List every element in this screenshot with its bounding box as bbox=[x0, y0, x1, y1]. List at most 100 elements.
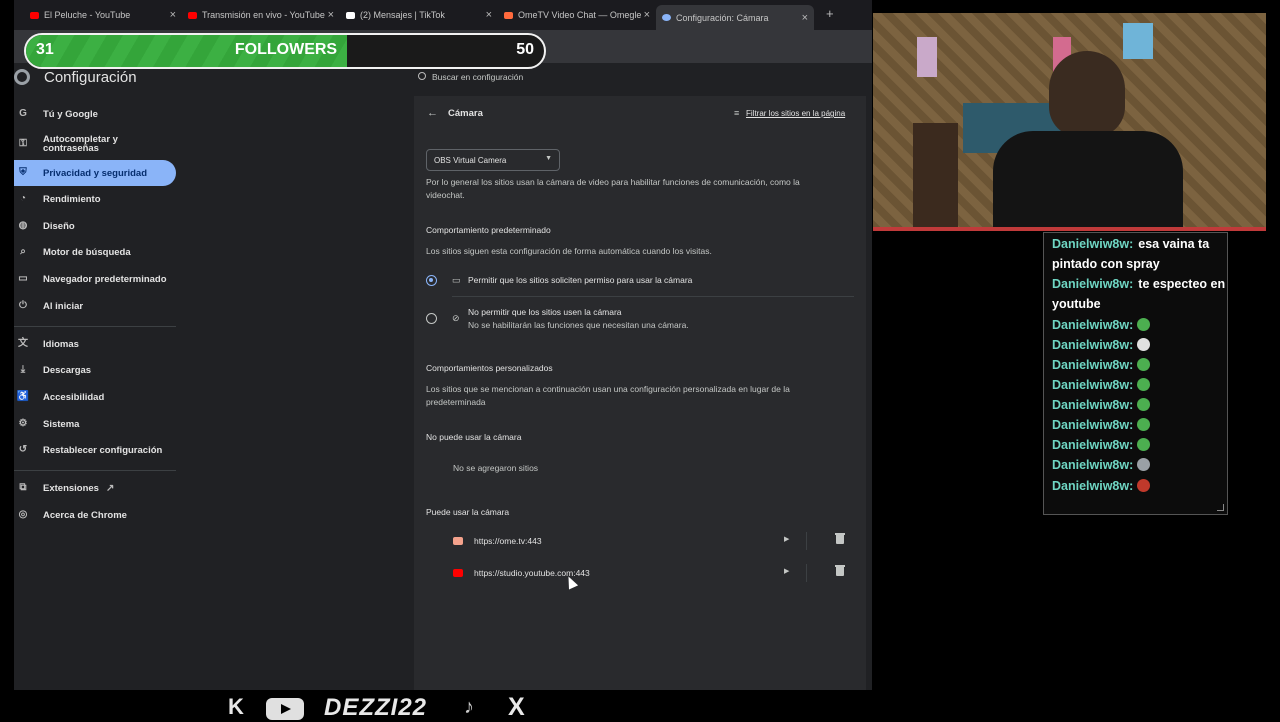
youtube-favicon-icon bbox=[188, 11, 197, 19]
site-row-ometv[interactable]: https://ome.tv:443 ▶ bbox=[444, 530, 854, 554]
sidebar-divider bbox=[14, 326, 176, 327]
delete-trash-icon[interactable] bbox=[835, 565, 845, 576]
allowed-sites-heading: Puede usar la cámara bbox=[426, 507, 510, 517]
radio-allow[interactable] bbox=[426, 275, 437, 286]
sidebar-item-about-chrome[interactable]: ◎ Acerca de Chrome bbox=[14, 502, 176, 528]
option-block-sub: No se habilitarán las funciones que nece… bbox=[468, 320, 689, 330]
chat-emote-icon bbox=[1137, 398, 1151, 411]
close-tab-icon[interactable]: × bbox=[170, 9, 176, 21]
site-row-studio-youtube[interactable]: https://studio.youtube.com:443 ▶ bbox=[444, 562, 854, 586]
section-heading-default: Comportamiento predeterminado bbox=[426, 225, 551, 235]
camera-icon: ▭ bbox=[452, 275, 461, 285]
chat-emote-icon bbox=[1137, 418, 1151, 431]
expand-arrow-icon[interactable]: ▶ bbox=[784, 535, 789, 543]
option-divider bbox=[452, 296, 854, 297]
shelf bbox=[913, 123, 958, 231]
tab-label: (2) Mensajes | TikTok bbox=[360, 10, 445, 20]
delete-trash-icon[interactable] bbox=[835, 533, 845, 544]
sidebar-item-performance[interactable]: ◔ Rendimiento bbox=[14, 186, 176, 212]
settings-sidebar: G Tú y Google ⚿ Autocompletar y contrase… bbox=[14, 96, 190, 690]
chevron-down-icon: ▼ bbox=[545, 155, 552, 162]
wall-poster bbox=[1123, 23, 1153, 59]
new-tab-button[interactable]: + bbox=[826, 6, 834, 21]
wall-poster bbox=[917, 37, 937, 77]
sidebar-item-default-browser[interactable]: ▭ Navegador predeterminado bbox=[14, 266, 176, 292]
sidebar-item-system[interactable]: ⚙ Sistema bbox=[14, 411, 176, 437]
sidebar-item-privacy[interactable]: ⛨ Privacidad y seguridad bbox=[14, 160, 176, 186]
close-tab-icon[interactable]: × bbox=[486, 9, 492, 21]
tab-settings-camera[interactable]: Configuración: Cámara × bbox=[656, 5, 814, 30]
palette-icon: ◍ bbox=[18, 220, 28, 231]
sidebar-item-autofill[interactable]: ⚿ Autocompletar y contraseñas bbox=[14, 131, 176, 157]
sidebar-item-languages[interactable]: 文 Idiomas bbox=[14, 331, 176, 357]
filter-sites-input[interactable]: Filtrar los sitios en la página bbox=[746, 107, 845, 120]
chat-username: Danielwiw8w: bbox=[1052, 479, 1134, 493]
camera-description: Por lo general los sitios usan la cámara… bbox=[426, 177, 800, 200]
chat-message: Danielwiw8w: bbox=[1052, 476, 1227, 496]
sidebar-item-downloads[interactable]: ⤓ Descargas bbox=[14, 357, 176, 383]
search-input[interactable]: Buscar en configuración bbox=[432, 72, 523, 82]
camera-device-select[interactable]: OBS Virtual Camera ▼ bbox=[426, 149, 560, 171]
chat-emote-icon bbox=[1137, 458, 1151, 471]
tab-ometv[interactable]: OmeTV Video Chat — Omegle × bbox=[498, 4, 656, 26]
chat-message: Danielwiw8w: bbox=[1052, 455, 1227, 475]
key-icon: ⚿ bbox=[19, 138, 27, 149]
x-icon: X bbox=[508, 693, 525, 721]
expand-arrow-icon[interactable]: ▶ bbox=[784, 567, 789, 575]
chat-username: Danielwiw8w: bbox=[1052, 398, 1134, 412]
download-icon: ⤓ bbox=[20, 364, 26, 375]
camera-settings-panel: ← Cámara ≡ Filtrar los sitios en la pági… bbox=[414, 96, 866, 690]
sidebar-item-accessibility[interactable]: ♿ Accesibilidad bbox=[14, 384, 176, 410]
person-head bbox=[1049, 51, 1125, 137]
chat-username: Danielwiw8w: bbox=[1052, 338, 1134, 352]
sidebar-item-search-engine[interactable]: ⌕ Motor de búsqueda bbox=[14, 239, 176, 265]
close-tab-icon[interactable]: × bbox=[644, 9, 650, 21]
chat-username: Danielwiw8w: bbox=[1052, 237, 1134, 251]
selected-device-label: OBS Virtual Camera bbox=[434, 156, 507, 165]
followers-goal-bar: 31 FOLLOWERS 50 bbox=[24, 33, 546, 69]
chat-message: Danielwiw8w: bbox=[1052, 335, 1227, 355]
chat-overlay: Danielwiw8w: esa vaina ta pintado con spr… bbox=[1043, 232, 1228, 515]
kick-icon: K bbox=[228, 694, 244, 719]
chat-message: Danielwiw8w: te especteo en youtube bbox=[1052, 274, 1227, 314]
chat-username: Danielwiw8w: bbox=[1052, 358, 1134, 372]
followers-goal: 50 bbox=[516, 41, 534, 58]
chat-emote-icon bbox=[1137, 358, 1151, 371]
chat-message: Danielwiw8w: bbox=[1052, 395, 1227, 415]
tab-label: Transmisión en vivo - YouTube bbox=[202, 10, 325, 20]
page-title: Configuración bbox=[44, 69, 137, 86]
section-sub-default: Los sitios siguen esta configuración de … bbox=[426, 246, 712, 256]
tab-peluche[interactable]: El Peluche - YouTube × bbox=[24, 4, 182, 26]
sidebar-item-appearance[interactable]: ◍ Diseño bbox=[14, 213, 176, 239]
sidebar-item-you-and-google[interactable]: G Tú y Google bbox=[14, 101, 176, 127]
tab-tiktok[interactable]: (2) Mensajes | TikTok × bbox=[340, 4, 498, 26]
close-tab-icon[interactable]: × bbox=[328, 9, 334, 21]
radio-block[interactable] bbox=[426, 313, 437, 324]
resize-grip-icon[interactable] bbox=[1217, 504, 1224, 511]
youtube-icon bbox=[266, 698, 304, 720]
speedometer-icon: ◔ bbox=[19, 193, 27, 204]
close-tab-icon[interactable]: × bbox=[802, 12, 808, 24]
chat-emote-icon bbox=[1137, 318, 1151, 331]
chat-message: Danielwiw8w: esa vaina ta pintado con spr… bbox=[1052, 234, 1227, 274]
option-block-label: No permitir que los sitios usen la cámar… bbox=[468, 307, 622, 317]
chat-username: Danielwiw8w: bbox=[1052, 318, 1134, 332]
chat-message: Danielwiw8w: bbox=[1052, 315, 1227, 335]
camera-off-icon: ⊘ bbox=[452, 313, 460, 323]
chat-username: Danielwiw8w: bbox=[1052, 277, 1134, 291]
search-icon bbox=[418, 72, 426, 80]
search-icon: ⌕ bbox=[20, 246, 26, 257]
tiktok-favicon-icon bbox=[346, 11, 355, 19]
tab-label: OmeTV Video Chat — Omegle bbox=[518, 10, 642, 20]
sidebar-item-on-startup[interactable]: ⏻ Al iniciar bbox=[14, 293, 176, 319]
tab-livestream[interactable]: Transmisión en vivo - YouTube × bbox=[182, 4, 340, 26]
back-arrow-icon[interactable]: ← bbox=[427, 107, 438, 120]
chat-message: Danielwiw8w: bbox=[1052, 355, 1227, 375]
page-title: Cámara bbox=[448, 108, 483, 119]
sidebar-item-extensions[interactable]: ⧉ Extensiones ↗ bbox=[14, 475, 176, 501]
chrome-logo-icon: ◎ bbox=[18, 509, 28, 520]
chat-username: Danielwiw8w: bbox=[1052, 378, 1134, 392]
section-sub-custom: Los sitios que se mencionan a continuaci… bbox=[426, 384, 790, 407]
section-heading-custom: Comportamientos personalizados bbox=[426, 363, 553, 373]
sidebar-item-reset[interactable]: ↺ Restablecer configuración bbox=[14, 437, 176, 463]
